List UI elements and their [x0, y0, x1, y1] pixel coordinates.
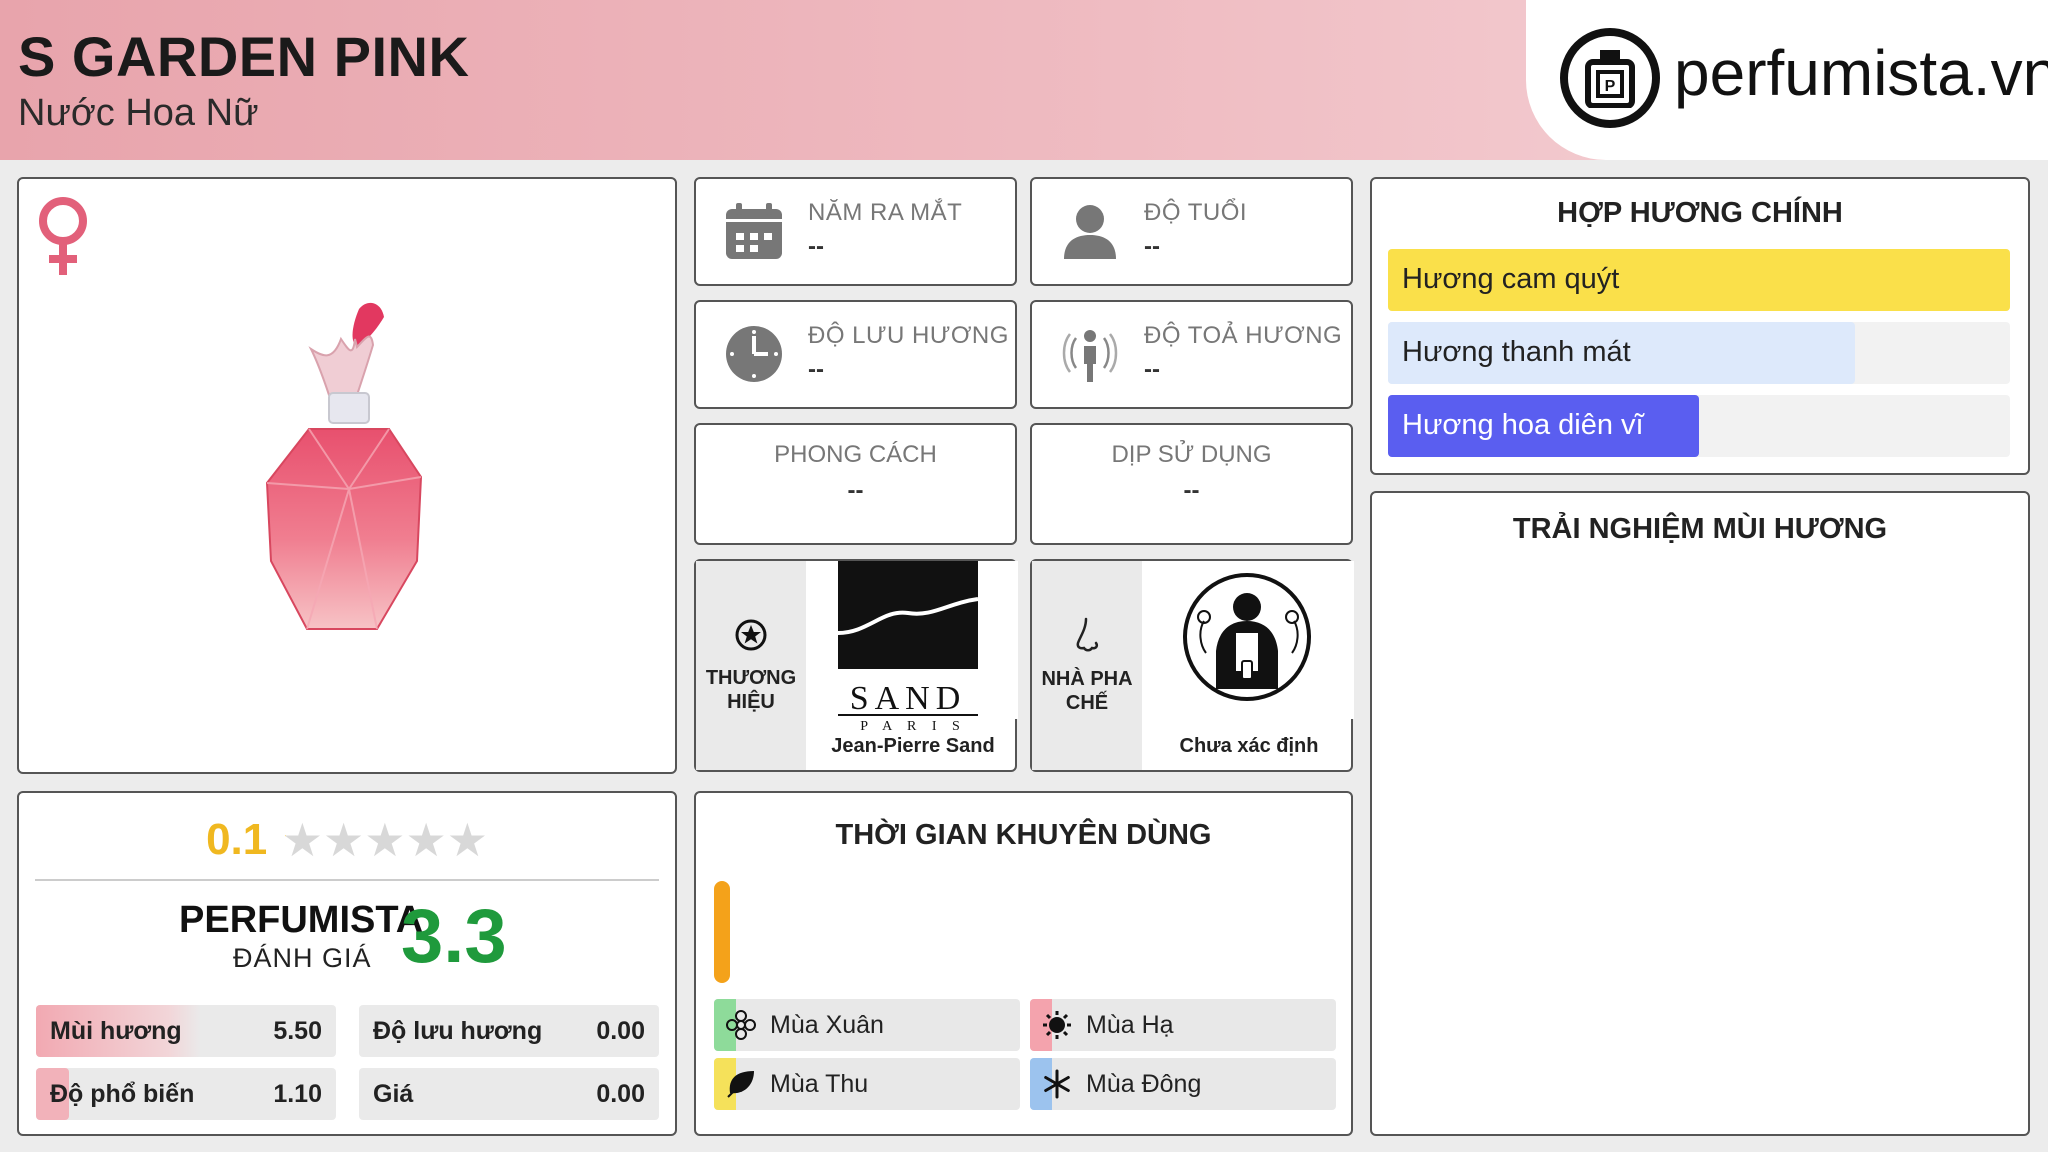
star-icon[interactable]: ★ — [282, 814, 323, 866]
longevity-value: -- — [808, 356, 824, 383]
scent-experience-title: TRẢI NGHIỆM MÙI HƯƠNG — [1512, 513, 1888, 545]
product-image-card — [17, 177, 677, 774]
star-circle-icon — [734, 618, 768, 658]
longevity-label: ĐỘ LƯU HƯƠNG — [808, 322, 1009, 349]
brand-logo-word: SAND — [850, 680, 967, 717]
star-icon[interactable]: ★ — [447, 814, 488, 866]
star-icon[interactable]: ★ — [323, 814, 364, 866]
sillage-person-icon — [1060, 324, 1120, 389]
logo-text: perfumista.vn — [1674, 37, 2048, 109]
user-icon — [1060, 201, 1120, 266]
release-year-value: -- — [808, 233, 824, 260]
accord-bar-citrus: Hương cam quýt — [1388, 249, 2010, 311]
metric-popularity: Độ phổ biến 1.10 — [36, 1068, 336, 1120]
release-year-label: NĂM RA MẮT — [808, 199, 963, 226]
metric-label: Giá — [373, 1079, 414, 1108]
accord-label: Hương thanh mát — [1402, 336, 1631, 368]
logo-area[interactable]: P perfumista.vn — [1526, 0, 2048, 160]
release-year-card: NĂM RA MẮT -- — [694, 177, 1017, 286]
perfume-category: Nước Hoa Nữ — [18, 92, 259, 134]
brand-logo-sub: P A R I S — [860, 719, 966, 734]
metric-scent: Mùi hương 5.50 — [36, 1005, 336, 1057]
style-card: PHONG CÁCH -- — [694, 423, 1017, 545]
perfumista-label: PERFUMISTA — [179, 899, 424, 941]
metric-value: 0.00 — [596, 1016, 645, 1045]
star-rating[interactable]: ★★★★★ — [282, 813, 488, 867]
main-accords-card: HỢP HƯƠNG CHÍNH Hương cam quýt Hương tha… — [1370, 177, 2030, 475]
calendar-icon — [724, 201, 784, 266]
metric-label: Độ phổ biến — [50, 1079, 195, 1108]
accord-label: Hương cam quýt — [1402, 263, 1620, 295]
clock-icon — [724, 324, 784, 389]
metric-value: 0.00 — [596, 1079, 645, 1108]
longevity-card: ĐỘ LƯU HƯƠNG -- — [694, 300, 1017, 409]
age-value: -- — [1144, 233, 1160, 260]
user-rating: 0.1 ★★★★★ — [19, 813, 675, 867]
perfume-bottle-image — [249, 299, 469, 654]
header-banner: S GARDEN PINK Nước Hoa Nữ P perfumista.v… — [0, 0, 2048, 160]
perfumer-card[interactable]: NHÀ PHA CHẾ Chưa xác định — [1030, 559, 1354, 772]
occasion-value: -- — [1183, 477, 1200, 504]
metric-value: 5.50 — [273, 1016, 322, 1045]
recommended-time-card: THỜI GIAN KHUYÊN DÙNG Mùa Xuân Mùa Hạ Mù… — [694, 791, 1353, 1136]
occasion-label: DỊP SỬ DỤNG — [1111, 441, 1272, 468]
age-label: ĐỘ TUỔI — [1144, 199, 1248, 226]
metric-label: Độ lưu hương — [373, 1016, 543, 1045]
nose-icon — [1072, 617, 1102, 659]
perfumer-avatar — [1144, 561, 1354, 719]
perfume-title: S GARDEN PINK — [18, 25, 470, 88]
svg-text:P: P — [1605, 78, 1616, 95]
rating-divider — [35, 879, 659, 881]
day-night-bar — [714, 881, 730, 983]
brand-logo-image: SAND — [808, 561, 1018, 719]
rating-card: 0.1 ★★★★★ PERFUMISTA ĐÁNH GIÁ 3.3 Mùi hư… — [17, 791, 677, 1136]
metric-price: Giá 0.00 — [359, 1068, 659, 1120]
perfumista-sub-label: ĐÁNH GIÁ — [233, 943, 372, 973]
age-card: ĐỘ TUỔI -- — [1030, 177, 1353, 286]
female-gender-icon — [33, 193, 93, 282]
average-rating-value: 0.1 — [206, 815, 268, 864]
occasion-card: DỊP SỬ DỤNG -- — [1030, 423, 1353, 545]
season-summer: Mùa Hạ — [1030, 999, 1336, 1051]
metric-label: Mùi hương — [50, 1016, 182, 1045]
accord-bar-iris: Hương hoa diên vĩ — [1388, 395, 2010, 457]
season-autumn: Mùa Thu — [714, 1058, 1020, 1110]
perfumer-label-line1: NHÀ PHA — [1041, 667, 1133, 690]
brand-card[interactable]: THƯƠNG HIỆU SAND P A R I S Jean-Pierre S… — [694, 559, 1018, 772]
perfumer-side-panel: NHÀ PHA CHẾ — [1032, 561, 1142, 770]
flower-icon — [726, 1010, 756, 1040]
sillage-label: ĐỘ TOẢ HƯƠNG — [1144, 322, 1343, 349]
season-spring: Mùa Xuân — [714, 999, 1020, 1051]
star-icon[interactable]: ★ — [405, 814, 446, 866]
sillage-value: -- — [1144, 356, 1160, 383]
main-accords-title: HỢP HƯƠNG CHÍNH — [1557, 197, 1843, 229]
scent-experience-card: TRẢI NGHIỆM MÙI HƯƠNG — [1370, 491, 2030, 1136]
perfumer-label-line2: CHẾ — [1065, 691, 1109, 714]
star-icon[interactable]: ★ — [364, 814, 405, 866]
perfumista-score: 3.3 — [401, 894, 507, 979]
season-label: Mùa Xuân — [770, 1010, 884, 1039]
recommended-time-title: THỜI GIAN KHUYÊN DÙNG — [835, 819, 1212, 851]
metric-longevity: Độ lưu hương 0.00 — [359, 1005, 659, 1057]
sillage-card: ĐỘ TOẢ HƯƠNG -- — [1030, 300, 1353, 409]
season-label: Mùa Đông — [1086, 1069, 1202, 1098]
style-label: PHONG CÁCH — [774, 441, 937, 468]
style-value: -- — [847, 477, 864, 504]
perfume-bottle-logo-icon: P — [1560, 28, 1660, 128]
season-label: Mùa Hạ — [1086, 1010, 1174, 1039]
brand-label-line2: HIỆU — [727, 690, 775, 713]
snowflake-icon — [1042, 1069, 1072, 1099]
brand-side-panel: THƯƠNG HIỆU — [696, 561, 806, 770]
accord-bar-fresh: Hương thanh mát — [1388, 322, 2010, 384]
brand-label-line1: THƯƠNG — [705, 666, 797, 689]
perfumer-name: Chưa xác định — [1179, 735, 1319, 757]
season-winter: Mùa Đông — [1030, 1058, 1336, 1110]
season-label: Mùa Thu — [770, 1069, 869, 1098]
brand-name: Jean-Pierre Sand — [831, 735, 995, 757]
metric-value: 1.10 — [273, 1079, 322, 1108]
leaf-icon — [726, 1069, 756, 1099]
sun-icon — [1042, 1010, 1072, 1040]
accord-label: Hương hoa diên vĩ — [1402, 409, 1644, 441]
